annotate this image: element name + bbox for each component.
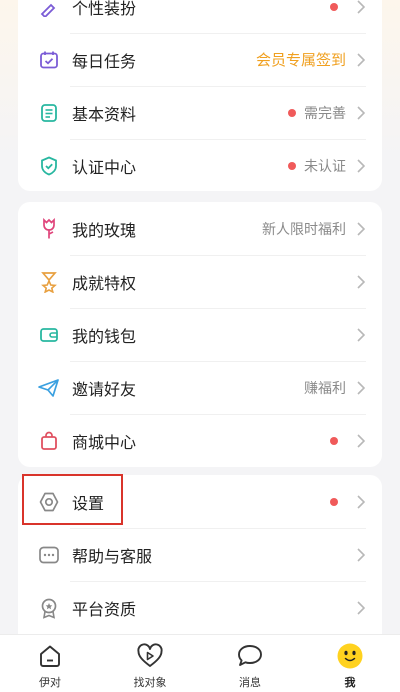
chevron-right-icon bbox=[356, 600, 366, 615]
wallet-icon bbox=[38, 324, 60, 346]
menu-card-profile: 个性装扮 每日任务 会员专属签到 基本资料 需完善 认证中心 未认证 bbox=[18, 0, 382, 191]
shopping-bag-icon bbox=[38, 430, 60, 452]
chevron-right-icon bbox=[356, 105, 366, 120]
promo-text: 赚福利 bbox=[304, 380, 346, 397]
tab-find-partner[interactable]: 找对象 bbox=[100, 635, 200, 692]
notification-dot bbox=[330, 497, 338, 506]
smiley-avatar-icon bbox=[336, 642, 364, 670]
tab-me[interactable]: 我 bbox=[300, 635, 400, 692]
menu-item-label: 设置 bbox=[72, 493, 105, 513]
menu-card-features: 我的玫瑰 新人限时福利 成就特权 我的钱包 邀请好友 赚福利 商城中心 bbox=[18, 202, 382, 467]
chevron-right-icon bbox=[356, 52, 366, 67]
home-icon bbox=[36, 642, 64, 670]
chat-dots-icon bbox=[38, 544, 60, 566]
tab-label: 伊对 bbox=[39, 676, 61, 689]
menu-item-my-roses[interactable]: 我的玫瑰 新人限时福利 bbox=[18, 202, 382, 255]
menu-item-label: 邀请好友 bbox=[72, 379, 137, 399]
brush-icon bbox=[38, 0, 60, 18]
menu-item-basic-info[interactable]: 基本资料 需完善 bbox=[18, 86, 382, 139]
menu-item-label: 认证中心 bbox=[72, 157, 137, 177]
menu-item-daily-tasks[interactable]: 每日任务 会员专属签到 bbox=[18, 33, 382, 86]
menu-item-label: 个性装扮 bbox=[72, 0, 137, 18]
paper-plane-icon bbox=[38, 377, 60, 399]
menu-item-achievements[interactable]: 成就特权 bbox=[18, 255, 382, 308]
badge-icon bbox=[38, 597, 60, 619]
member-signin-text: 会员专属签到 bbox=[255, 51, 346, 69]
chevron-right-icon bbox=[356, 433, 366, 448]
chevron-right-icon bbox=[356, 221, 366, 236]
menu-item-wallet[interactable]: 我的钱包 bbox=[18, 308, 382, 361]
status-text: 需完善 bbox=[304, 105, 346, 122]
menu-item-invite-friends[interactable]: 邀请好友 赚福利 bbox=[18, 361, 382, 414]
calendar-check-icon bbox=[38, 49, 60, 71]
menu-item-label: 基本资料 bbox=[72, 104, 137, 124]
status-text: 未认证 bbox=[304, 158, 346, 175]
chevron-right-icon bbox=[356, 380, 366, 395]
menu-item-decoration[interactable]: 个性装扮 bbox=[18, 0, 382, 33]
menu-item-verification[interactable]: 认证中心 未认证 bbox=[18, 139, 382, 191]
menu-item-label: 每日任务 bbox=[72, 51, 137, 71]
notification-dot bbox=[288, 161, 296, 170]
menu-item-label: 帮助与客服 bbox=[72, 546, 153, 566]
notification-dot bbox=[330, 2, 338, 11]
gear-icon bbox=[38, 491, 60, 513]
menu-item-label: 商城中心 bbox=[72, 432, 137, 452]
menu-card-system: 设置 帮助与客服 平台资质 bbox=[18, 475, 382, 645]
chevron-right-icon bbox=[356, 547, 366, 562]
tab-messages[interactable]: 消息 bbox=[200, 635, 300, 692]
promo-text: 新人限时福利 bbox=[262, 221, 346, 238]
chevron-right-icon bbox=[356, 327, 366, 342]
trophy-star-icon bbox=[38, 271, 60, 293]
notification-dot bbox=[330, 436, 338, 445]
shield-check-icon bbox=[38, 155, 60, 177]
menu-item-platform-qualification[interactable]: 平台资质 bbox=[18, 581, 382, 634]
menu-item-mall[interactable]: 商城中心 bbox=[18, 414, 382, 467]
tab-label: 我 bbox=[344, 676, 356, 689]
menu-item-help-support[interactable]: 帮助与客服 bbox=[18, 528, 382, 581]
menu-item-label: 平台资质 bbox=[72, 599, 137, 619]
menu-item-label: 我的玫瑰 bbox=[72, 220, 137, 240]
notification-dot bbox=[288, 108, 296, 117]
tab-label: 消息 bbox=[239, 676, 261, 689]
tab-home[interactable]: 伊对 bbox=[0, 635, 100, 692]
chevron-right-icon bbox=[356, 0, 366, 14]
menu-item-label: 成就特权 bbox=[72, 273, 137, 293]
chevron-right-icon bbox=[356, 158, 366, 173]
heart-play-icon bbox=[136, 642, 164, 670]
menu-item-label: 我的钱包 bbox=[72, 326, 137, 346]
chat-bubble-icon bbox=[236, 642, 264, 670]
chevron-right-icon bbox=[356, 494, 366, 509]
bottom-tab-bar: 伊对 找对象 消息 我 bbox=[0, 634, 400, 692]
rose-icon bbox=[38, 217, 60, 240]
tab-label: 找对象 bbox=[133, 676, 167, 689]
menu-item-settings[interactable]: 设置 bbox=[18, 475, 382, 528]
chevron-right-icon bbox=[356, 274, 366, 289]
document-icon bbox=[38, 102, 60, 124]
